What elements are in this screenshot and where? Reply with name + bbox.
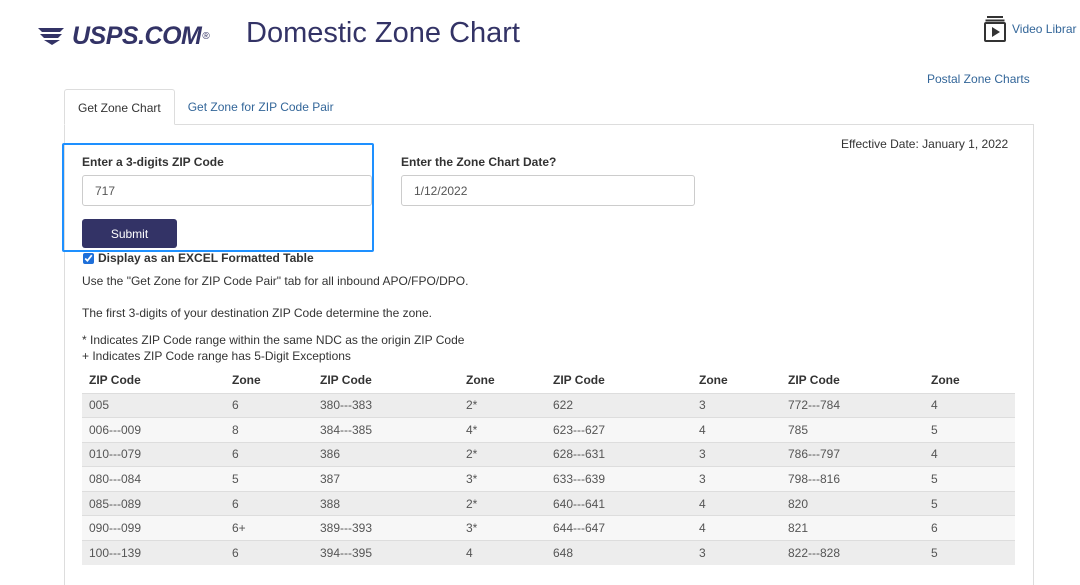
page-title: Domestic Zone Chart <box>246 17 520 49</box>
eagle-logo-icon <box>38 28 64 45</box>
video-library-label: Video Librar <box>1012 22 1077 36</box>
tab-get-zone-chart[interactable]: Get Zone Chart <box>64 89 175 125</box>
logo-text: USPS.COM <box>72 21 202 50</box>
registered-mark: ® <box>202 30 210 42</box>
video-play-icon <box>984 16 1006 42</box>
tab-panel <box>64 124 1034 585</box>
postal-zone-charts-link[interactable]: Postal Zone Charts <box>927 72 1030 86</box>
tab-get-zone-zip-pair[interactable]: Get Zone for ZIP Code Pair <box>175 89 347 125</box>
tab-bar: Get Zone Chart Get Zone for ZIP Code Pai… <box>64 89 347 125</box>
usps-logo[interactable]: USPS.COM ® <box>38 20 210 52</box>
video-library-link[interactable]: Video Librar <box>984 16 1077 42</box>
